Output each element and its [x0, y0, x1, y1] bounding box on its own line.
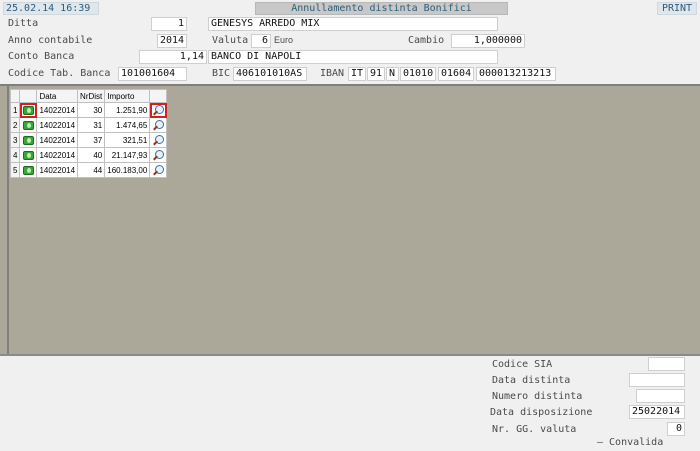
- row-action-cell[interactable]: [19, 117, 38, 133]
- money-icon[interactable]: [22, 120, 34, 130]
- cambio-label: Cambio: [408, 35, 445, 46]
- print-button[interactable]: PRINT: [657, 2, 697, 15]
- row-nrdist: 31: [77, 117, 106, 133]
- timestamp: 25.02.14 16:39: [3, 2, 99, 15]
- data-distinta-label: Data distinta: [492, 375, 571, 386]
- distinte-grid: Data NrDist Importo 1 14022014 30 1.251,…: [9, 89, 168, 178]
- iban-country-field[interactable]: IT: [348, 67, 366, 81]
- row-detail-cell[interactable]: [149, 162, 168, 178]
- grid-corner: [9, 89, 21, 103]
- row-nrdist: 40: [77, 147, 106, 163]
- row-number: 1: [9, 102, 21, 118]
- row-data: 14022014: [36, 132, 79, 148]
- magnifier-icon[interactable]: [152, 149, 165, 162]
- conto-label: Conto Banca: [8, 51, 75, 62]
- row-data: 14022014: [36, 162, 79, 178]
- row-detail-cell[interactable]: [149, 102, 168, 118]
- grid-header-importo[interactable]: Importo: [104, 89, 151, 103]
- row-importo: 1.474,65: [104, 117, 151, 133]
- row-nrdist: 44: [77, 162, 106, 178]
- table-row[interactable]: 1 14022014 30 1.251,90: [9, 102, 168, 118]
- codice-sia-field[interactable]: [648, 357, 685, 371]
- ditta-name-field: GENESYS ARREDO MIX: [208, 17, 498, 31]
- magnifier-icon[interactable]: [152, 104, 165, 117]
- numero-distinta-field[interactable]: [636, 389, 685, 403]
- grid-header-action: [19, 89, 38, 103]
- row-nrdist: 30: [77, 102, 106, 118]
- row-importo: 1.251,90: [104, 102, 151, 118]
- row-number: 3: [9, 132, 21, 148]
- grid-header-detail: [149, 89, 168, 103]
- data-disposizione-label: Data disposizione: [490, 407, 593, 418]
- codice-tab-field[interactable]: 101001604: [118, 67, 187, 81]
- iban-abi-field[interactable]: 01010: [400, 67, 436, 81]
- nr-gg-valuta-label: Nr. GG. valuta: [492, 424, 577, 435]
- magnifier-icon[interactable]: [152, 134, 165, 147]
- row-action-cell[interactable]: [19, 132, 38, 148]
- row-number: 5: [9, 162, 21, 178]
- bic-field[interactable]: 406101010AS: [233, 67, 307, 81]
- table-row[interactable]: 5 14022014 44 160.183,00: [9, 162, 168, 178]
- row-action-cell[interactable]: [19, 162, 38, 178]
- money-icon[interactable]: [22, 150, 34, 160]
- table-row[interactable]: 3 14022014 37 321,51: [9, 132, 168, 148]
- table-row[interactable]: 4 14022014 40 21.147,93: [9, 147, 168, 163]
- distinte-panel: Data NrDist Importo 1 14022014 30 1.251,…: [0, 84, 700, 356]
- iban-check-field[interactable]: 91: [367, 67, 385, 81]
- ditta-label: Ditta: [8, 18, 39, 29]
- money-icon[interactable]: [22, 165, 34, 175]
- row-number: 2: [9, 117, 21, 133]
- conto-name-field: BANCO DI NAPOLI: [208, 50, 498, 64]
- magnifier-icon[interactable]: [152, 164, 165, 177]
- grid-header-nrdist[interactable]: NrDist: [77, 89, 106, 103]
- cambio-field[interactable]: 1,000000: [451, 34, 525, 48]
- anno-label: Anno contabile: [8, 35, 93, 46]
- valuta-name: Euro: [274, 35, 294, 45]
- conto-code-field[interactable]: 1,14: [139, 50, 207, 64]
- nr-gg-valuta-field[interactable]: 0: [667, 422, 685, 436]
- iban-account-field[interactable]: 000013213213: [476, 67, 556, 81]
- grid-header-row: Data NrDist Importo: [9, 89, 168, 103]
- data-disposizione-field[interactable]: 25022014: [629, 405, 685, 419]
- panel-left-bar: [0, 86, 9, 354]
- row-action-cell[interactable]: [19, 102, 38, 118]
- row-nrdist: 37: [77, 132, 106, 148]
- row-importo: 160.183,00: [104, 162, 151, 178]
- row-data: 14022014: [36, 117, 79, 133]
- anno-field[interactable]: 2014: [157, 34, 187, 48]
- magnifier-icon[interactable]: [152, 119, 165, 132]
- grid-header-data[interactable]: Data: [36, 89, 79, 103]
- row-detail-cell[interactable]: [149, 147, 168, 163]
- bic-label: BIC: [212, 68, 231, 79]
- row-data: 14022014: [36, 147, 79, 163]
- table-row[interactable]: 2 14022014 31 1.474,65: [9, 117, 168, 133]
- row-action-cell[interactable]: [19, 147, 38, 163]
- iban-label: IBAN: [320, 68, 345, 79]
- row-number: 4: [9, 147, 21, 163]
- window-title: Annullamento distinta Bonifici: [255, 2, 508, 15]
- valuta-label: Valuta: [212, 35, 249, 46]
- money-icon[interactable]: [22, 135, 34, 145]
- iban-cab-field[interactable]: 01604: [438, 67, 474, 81]
- row-detail-cell[interactable]: [149, 132, 168, 148]
- row-importo: 21.147,93: [104, 147, 151, 163]
- codice-sia-label: Codice SIA: [492, 359, 553, 370]
- row-detail-cell[interactable]: [149, 117, 168, 133]
- row-data: 14022014: [36, 102, 79, 118]
- row-importo: 321,51: [104, 132, 151, 148]
- data-distinta-field[interactable]: [629, 373, 685, 387]
- codice-tab-label: Codice Tab. Banca: [8, 68, 111, 79]
- money-icon[interactable]: [22, 105, 34, 115]
- ditta-code-field[interactable]: 1: [151, 17, 187, 31]
- iban-cin-field[interactable]: N: [386, 67, 399, 81]
- valuta-code-field[interactable]: 6: [251, 34, 271, 48]
- numero-distinta-label: Numero distinta: [492, 391, 583, 402]
- convalida-button[interactable]: — Convalida: [597, 437, 663, 448]
